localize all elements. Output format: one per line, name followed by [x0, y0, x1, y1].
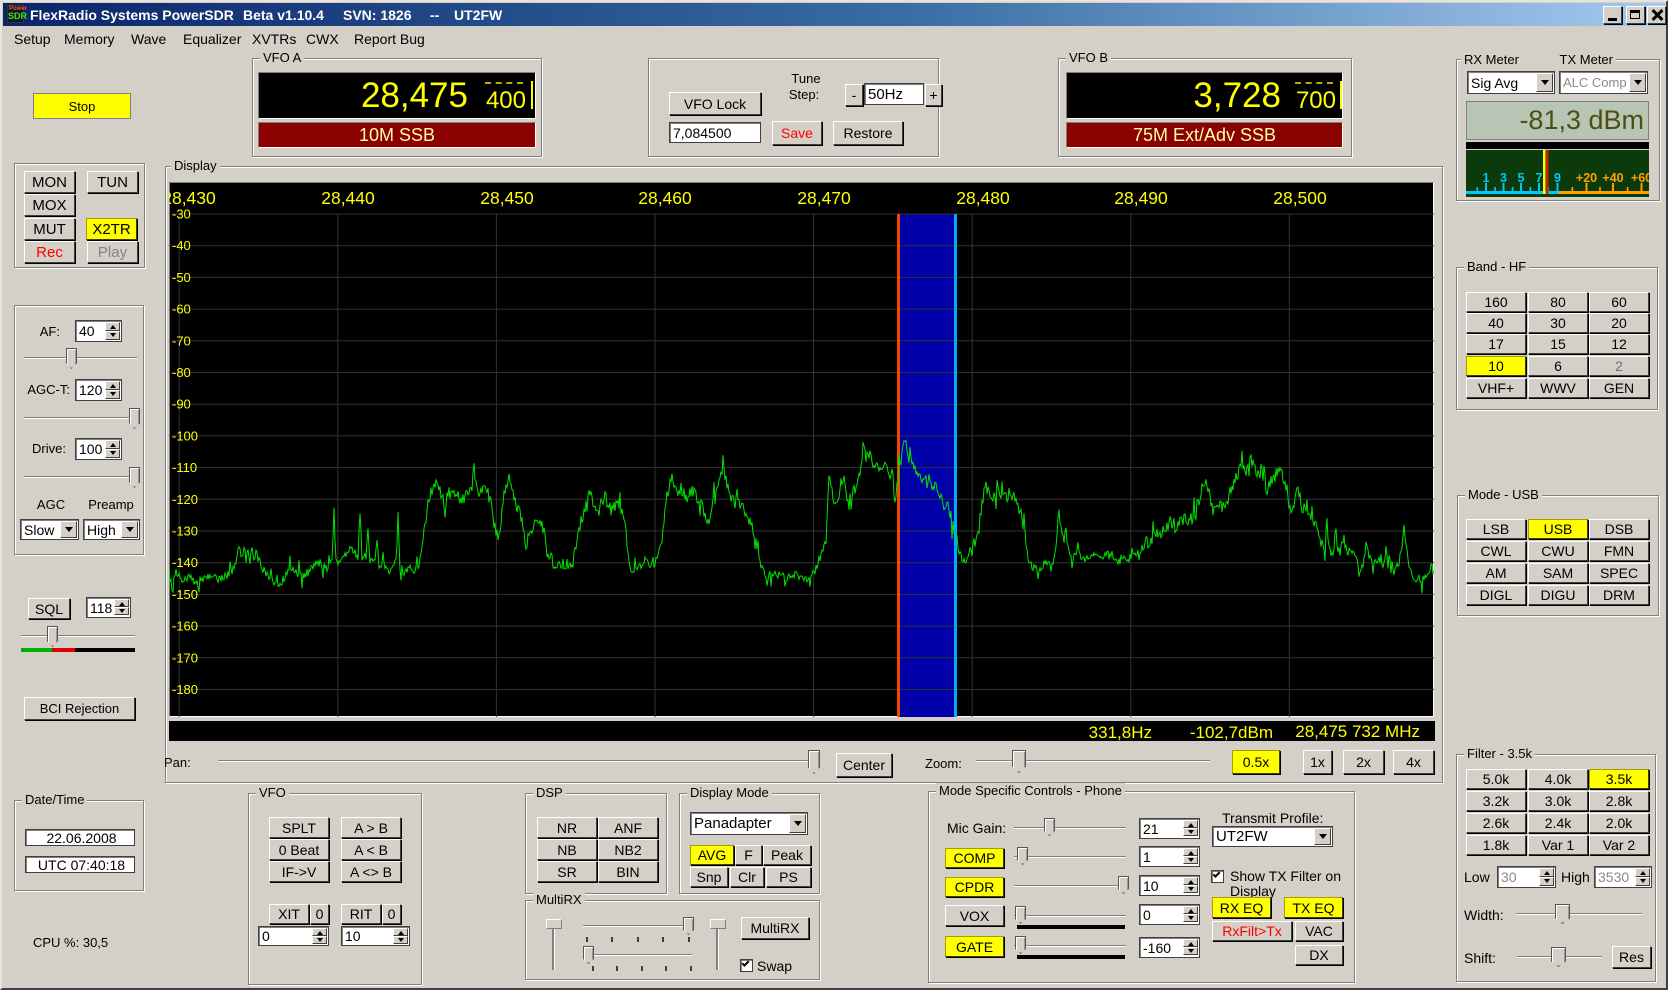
svg-text:1: 1 — [1483, 171, 1490, 185]
svg-text:+40: +40 — [1602, 171, 1623, 185]
svg-text:+20: +20 — [1576, 171, 1597, 185]
svg-text:3: 3 — [1500, 171, 1507, 185]
svg-text:-50: -50 — [172, 270, 191, 285]
svg-text:-140: -140 — [172, 555, 198, 570]
svg-text:28,470: 28,470 — [797, 188, 851, 208]
svg-text:9: 9 — [1554, 171, 1561, 185]
svg-text:28,480: 28,480 — [956, 188, 1010, 208]
svg-text:-80: -80 — [172, 365, 191, 380]
svg-text:-60: -60 — [172, 302, 191, 317]
svg-text:7: 7 — [1536, 171, 1543, 185]
svg-text:-180: -180 — [172, 682, 198, 697]
svg-text:-160: -160 — [172, 619, 198, 634]
svg-text:-170: -170 — [172, 650, 198, 665]
svg-text:5: 5 — [1518, 171, 1525, 185]
svg-text:28,430: 28,430 — [169, 188, 216, 208]
svg-text:28,450: 28,450 — [480, 188, 534, 208]
svg-text:+60: +60 — [1631, 171, 1649, 185]
svg-text:-30: -30 — [172, 207, 191, 222]
svg-text:28,460: 28,460 — [638, 188, 692, 208]
svg-text:28,500: 28,500 — [1273, 188, 1327, 208]
svg-text:-110: -110 — [172, 460, 197, 475]
svg-text:-150: -150 — [172, 587, 198, 602]
svg-text:28,490: 28,490 — [1114, 188, 1168, 208]
svg-text:-130: -130 — [172, 524, 198, 539]
svg-text:-90: -90 — [172, 397, 191, 412]
svg-text:-70: -70 — [172, 333, 191, 348]
svg-text:28,440: 28,440 — [321, 188, 375, 208]
svg-text:-100: -100 — [172, 428, 198, 443]
svg-text:-40: -40 — [172, 238, 191, 253]
svg-text:-120: -120 — [172, 492, 198, 507]
